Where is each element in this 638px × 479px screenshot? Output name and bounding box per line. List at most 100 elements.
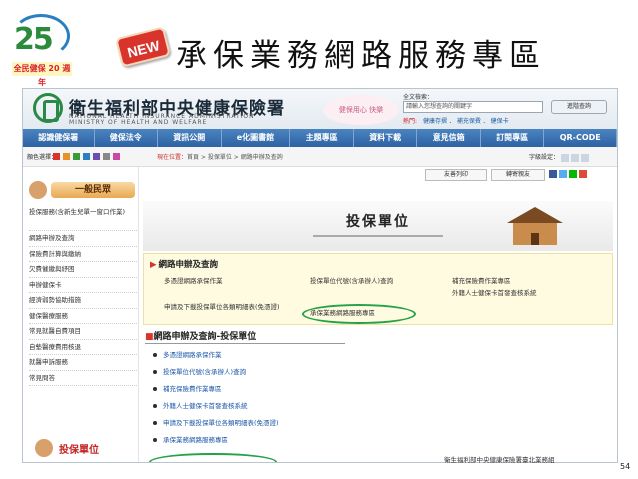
list-item[interactable]: 申請及下載投保單位各類明細表(免憑證) (153, 415, 453, 432)
house-icon (503, 203, 563, 249)
sidebar-item[interactable]: 投保服務(含新生兒單一窗口作業) (29, 205, 137, 231)
color-swatch-6[interactable] (103, 153, 110, 160)
hot-label: 熱門: (403, 118, 418, 125)
slide-header: 25 全民健保 20 週年 NEW 承保業務網路服務專區 (0, 0, 638, 88)
sidebar-item[interactable]: 常見就醫自費項目 (29, 324, 137, 340)
share-icon-2[interactable] (559, 170, 567, 178)
share-icon-4[interactable] (579, 170, 587, 178)
font-medium-button[interactable] (571, 153, 580, 162)
page-number: 54 (620, 462, 631, 471)
nav-item-7[interactable]: 意見信箱 (417, 129, 481, 147)
color-swatch-3[interactable] (73, 153, 80, 160)
logo-tag: 全民健保 20 週年 (12, 62, 72, 87)
advanced-search-button[interactable]: 進階查詢 (551, 100, 607, 114)
list-item[interactable]: 投保單位代號(含承辦人)查詢 (153, 364, 453, 381)
color-swatch-1[interactable] (53, 153, 60, 160)
link-list: 多憑證網路承保作業投保單位代號(含承辦人)查詢補充保險費作業專區外籍人士健保卡首… (153, 347, 453, 449)
nav-item-5[interactable]: 主題專區 (290, 129, 354, 147)
people-icon (35, 439, 53, 457)
arrow-icon: ▶ (150, 260, 157, 270)
font-small-button[interactable] (561, 153, 570, 162)
section-col-3-item-1[interactable]: 補充保險費作業專區 (452, 276, 612, 287)
anniversary-logo: 25 全民健保 20 週年 (12, 12, 72, 87)
search-input[interactable]: 請輸入您想查詢的關鍵字 (403, 101, 543, 113)
bullet-icon (153, 404, 157, 408)
sidebar-item[interactable]: 自墊醫療費用核退 (29, 340, 137, 355)
nav-item-8[interactable]: 訂閱專區 (481, 129, 545, 147)
logo-number: 25 (14, 22, 54, 57)
section-col-2-item-1[interactable]: 投保單位代號(含承辦人)查詢 (310, 276, 438, 287)
list-item[interactable]: 承保業務網路服務專區 (153, 432, 453, 449)
sidebar-footer-label[interactable]: 投保單位 (59, 441, 99, 456)
color-swatch-7[interactable] (113, 153, 120, 160)
nav-item-4[interactable]: e化圖書館 (222, 129, 291, 147)
color-swatches (53, 153, 120, 160)
section-col-3-item-2[interactable]: 外籍人士健保卡首發查核系統 (452, 288, 612, 299)
social-share-icons (549, 170, 587, 178)
site-english-name: NATIONAL HEALTH INSURANCE ADMINISTRATION… (69, 113, 255, 126)
website-screenshot: 衛生福利部中央健康保險署 NATIONAL HEALTH INSURANCE A… (22, 88, 618, 463)
color-swatch-4[interactable] (83, 153, 90, 160)
search-label: 全文檢索： (403, 94, 434, 101)
list-item[interactable]: 多憑證網路承保作業 (153, 347, 453, 364)
section-col-1-item-1[interactable]: 多憑證網路承保作業 (164, 276, 294, 287)
section-col-1-item-2[interactable]: 申請及下載投保單位各類明細表(免憑證) (164, 302, 296, 313)
nhi-logo-icon[interactable] (33, 93, 63, 123)
list-title-text: 網路申辦及查詢-投保單位 (153, 332, 257, 342)
list-item[interactable]: 補充保險費作業專區 (153, 381, 453, 398)
sidebar-header: 一般民眾 (29, 181, 137, 199)
sidebar-item[interactable]: 網路申辦及查詢 (29, 231, 137, 247)
nav-item-1[interactable]: 認識健保署 (23, 129, 95, 147)
bullet-icon (153, 353, 157, 357)
share-icon-3[interactable] (569, 170, 577, 178)
sidebar-list: 投保服務(含新生兒單一窗口作業) 網路申辦及查詢 保險費計算與繳納 欠費催繳與紓困 申辦… (29, 205, 137, 386)
utility-row: 顏色選擇： 現在位置：首頁 > 投保單位 > 網路申辦及查詢 字級設定： (23, 147, 617, 167)
hot-links[interactable]: 健康存摺 ． 補充保費 ． 健保卡 (423, 116, 509, 125)
breadcrumb-label: 現在位置： (157, 154, 188, 161)
nav-item-6[interactable]: 資料下載 (354, 129, 418, 147)
nav-item-2[interactable]: 健保法令 (95, 129, 158, 147)
main-content: 友善列印 轉寄親友 投保單位 ▶ 網路申辦及查詢 多憑證網路承保作業 申請及下載投… (141, 167, 617, 462)
color-swatch-2[interactable] (63, 153, 70, 160)
sidebar-footer: 投保單位 (35, 439, 131, 457)
list-title: ■網路申辦及查詢-投保單位 (145, 329, 256, 342)
breadcrumb-path[interactable]: 首頁 > 投保單位 > 網路申辦及查詢 (187, 154, 283, 161)
nav-item-3[interactable]: 資訊公開 (158, 129, 222, 147)
list-title-divider (145, 343, 345, 344)
list-item-label: 承保業務網路服務專區 (163, 436, 228, 444)
slide-footer: 衛生福利部中央健康保險署臺北業務組 (444, 456, 555, 464)
slide-title: 承保業務網路服務專區 (176, 38, 546, 74)
print-button[interactable]: 友善列印 (425, 169, 487, 181)
sidebar-item[interactable]: 就醫申訴服務 (29, 355, 137, 371)
font-size-label: 字級設定： (529, 154, 560, 161)
font-large-button[interactable] (581, 153, 590, 162)
main-nav: 認識健保署 健保法令 資訊公開 e化圖書館 主題專區 資料下載 意見信箱 訂閱專區 QR-COD… (23, 129, 617, 147)
bullet-icon (153, 421, 157, 425)
people-icon (29, 181, 47, 199)
sidebar-item[interactable]: 健保醫療服務 (29, 309, 137, 324)
sidebar-item[interactable]: 欠費催繳與紓困 (29, 262, 137, 278)
list-item-label: 外籍人士健保卡首發查核系統 (163, 402, 248, 410)
sidebar-item[interactable]: 經濟弱勢協助措施 (29, 293, 137, 309)
nav-item-9[interactable]: QR-CODE (544, 129, 617, 147)
list-item-label: 申請及下載投保單位各類明細表(免憑證) (163, 419, 279, 427)
color-swatch-5[interactable] (93, 153, 100, 160)
list-item-label: 多憑證網路承保作業 (163, 351, 222, 359)
highlight-oval (149, 453, 277, 462)
bullet-icon (153, 438, 157, 442)
highlight-oval (302, 304, 416, 324)
sidebar-item[interactable]: 常見問答 (29, 371, 137, 386)
share-icon-1[interactable] (549, 170, 557, 178)
banner-underline (313, 235, 443, 237)
share-button[interactable]: 轉寄親友 (491, 169, 545, 181)
sidebar-item[interactable]: 申辦健保卡 (29, 278, 137, 293)
list-item[interactable]: 外籍人士健保卡首發查核系統 (153, 398, 453, 415)
page-banner: 投保單位 (143, 201, 613, 251)
breadcrumb: 現在位置：首頁 > 投保單位 > 網路申辦及查詢 (157, 152, 283, 161)
list-section: ■網路申辦及查詢-投保單位 多憑證網路承保作業投保單位代號(含承辦人)查詢補充保… (145, 327, 615, 462)
site-header: 衛生福利部中央健康保險署 NATIONAL HEALTH INSURANCE A… (23, 89, 617, 129)
sidebar-title[interactable]: 一般民眾 (51, 182, 135, 198)
bullet-icon (153, 370, 157, 374)
sidebar-item[interactable]: 保險費計算與繳納 (29, 247, 137, 262)
list-item-label: 投保單位代號(含承辦人)查詢 (163, 368, 247, 376)
